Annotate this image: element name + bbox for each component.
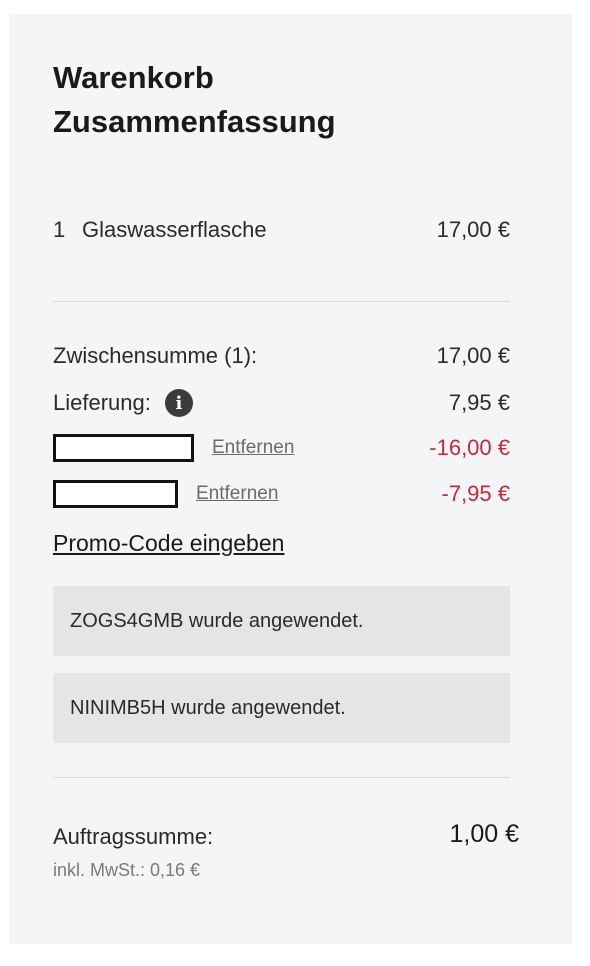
enter-promo-code-link[interactable]: Promo-Code eingeben bbox=[53, 530, 284, 557]
redacted-code-box bbox=[53, 434, 194, 462]
delivery-label: Lieferung: bbox=[53, 390, 151, 415]
remove-discount-link[interactable]: Entfernen bbox=[196, 483, 278, 505]
divider bbox=[53, 777, 510, 778]
delivery-value: 7,95 € bbox=[448, 390, 510, 415]
delivery-row: Lieferung: i 7,95 € bbox=[53, 387, 510, 419]
discount-amount: -7,95 € bbox=[441, 481, 511, 506]
summary-title-line2: Zusammenfassung bbox=[53, 104, 336, 139]
notice-text: ZOGS4GMB wurde angewendet. bbox=[70, 609, 364, 632]
subtotal-value: 17,00 € bbox=[436, 343, 510, 368]
item-name: Glaswasserflasche bbox=[82, 217, 267, 242]
vat-info: inkl. MwSt.: 0,16 € bbox=[53, 860, 201, 880]
order-total-value: 1,00 € bbox=[449, 820, 519, 848]
remove-discount-link[interactable]: Entfernen bbox=[212, 437, 294, 459]
summary-title: Warenkorb Zusammenfassung bbox=[53, 56, 473, 144]
discount-amount: -16,00 € bbox=[429, 435, 510, 460]
redacted-code-box bbox=[53, 480, 178, 508]
item-price: 17,00 € bbox=[436, 217, 510, 242]
discount-row: Entfernen -16,00 € bbox=[53, 432, 510, 464]
promo-applied-notice: ZOGS4GMB wurde angewendet. bbox=[53, 586, 510, 656]
subtotal-label: Zwischensumme (1): bbox=[53, 343, 258, 368]
divider bbox=[53, 301, 510, 302]
notice-text: NINIMB5H wurde angewendet. bbox=[70, 696, 346, 719]
discount-row: Entfernen -7,95 € bbox=[53, 478, 510, 510]
cart-item-row: 1 Glaswasserflasche 17,00 € bbox=[53, 214, 510, 246]
promo-applied-notice: NINIMB5H wurde angewendet. bbox=[53, 673, 510, 743]
subtotal-row: Zwischensumme (1): 17,00 € bbox=[53, 340, 510, 372]
summary-title-line1: Warenkorb bbox=[53, 60, 214, 95]
info-icon[interactable]: i bbox=[164, 389, 193, 417]
order-total-label: Auftragssumme: bbox=[53, 824, 214, 849]
item-quantity: 1 bbox=[53, 217, 66, 242]
